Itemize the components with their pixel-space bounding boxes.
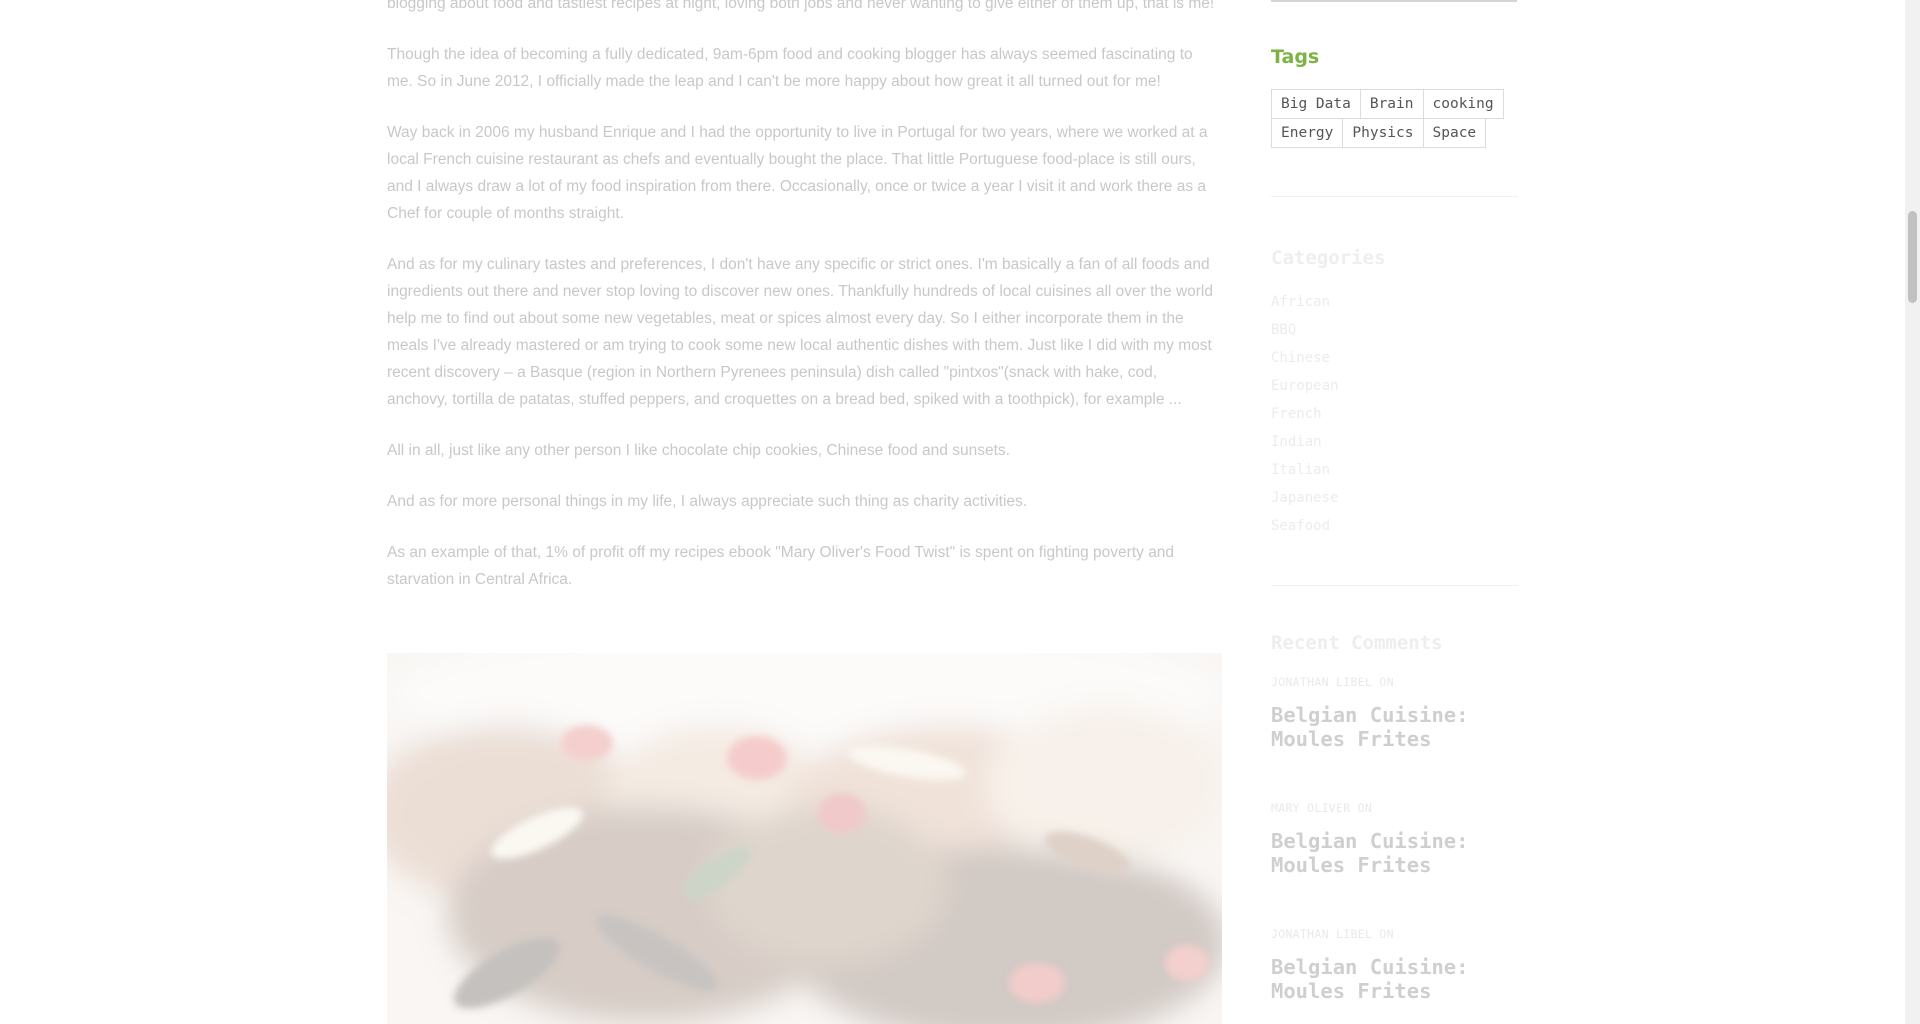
comment-author: Mary Oliver on [1271,801,1373,815]
article-paragraph: And as for my culinary tastes and prefer… [387,256,1213,408]
category-link[interactable]: Italian [1271,456,1338,484]
article-paragraph: As an example of that, 1% of profit off … [387,544,1175,588]
article-paragraph: blogging about food and tastiest recipes… [387,0,1215,12]
comment-post-link[interactable]: Belgian Cuisine: Moules Frites [1271,703,1518,751]
scrollbar-thumb[interactable] [1908,211,1917,303]
category-link[interactable]: Indian [1271,428,1338,456]
comment-post-link[interactable]: Belgian Cuisine: Moules Frites [1271,955,1518,1003]
page-scrollbar[interactable] [1905,0,1920,1024]
tag-link[interactable]: cooking [1422,89,1504,119]
search-field-edge[interactable] [1271,0,1517,2]
category-link[interactable]: Japanese [1271,484,1338,512]
image-overlay [387,653,1222,1024]
comment-author: Jonathan Libel on [1271,675,1394,689]
tag-link[interactable]: Space [1422,118,1487,148]
article-body: blogging about food and tastiest recipes… [387,0,1222,617]
tag-link[interactable]: Brain [1359,89,1424,119]
categories-list: African BBQ Chinese European French Indi… [1271,288,1338,540]
article-paragraph: Way back in 2006 my husband Enrique and … [387,124,1208,222]
article-paragraph: Though the idea of becoming a fully dedi… [387,46,1193,90]
food-photo [387,653,1222,1024]
category-link[interactable]: French [1271,400,1338,428]
tag-cloud: Big Data Brain cooking Energy Physics Sp… [1271,89,1521,148]
recent-comments-widget-title: Recent Comments [1271,632,1443,654]
category-link[interactable]: Chinese [1271,344,1338,372]
category-link[interactable]: BBQ [1271,316,1338,344]
widget-divider [1271,196,1518,197]
recent-comment: Jonathan Libel on Belgian Cuisine: Moule… [1271,927,1518,1003]
tag-link[interactable]: Physics [1342,118,1424,148]
comment-post-link[interactable]: Belgian Cuisine: Moules Frites [1271,829,1518,877]
categories-widget-title: Categories [1271,247,1386,269]
category-link[interactable]: African [1271,288,1338,316]
tag-link[interactable]: Energy [1271,118,1344,148]
widget-divider [1271,585,1518,586]
recent-comment: Mary Oliver on Belgian Cuisine: Moules F… [1271,801,1518,877]
comment-author: Jonathan Libel on [1271,927,1394,941]
article-paragraph: And as for more personal things in my li… [387,493,1028,510]
category-link[interactable]: European [1271,372,1338,400]
category-link[interactable]: Seafood [1271,512,1338,540]
recent-comment: Jonathan Libel on Belgian Cuisine: Moule… [1271,675,1518,751]
tags-widget-title: Tags [1271,46,1320,68]
tag-link[interactable]: Big Data [1271,89,1361,119]
article-paragraph: All in all, just like any other person I… [387,442,1010,459]
